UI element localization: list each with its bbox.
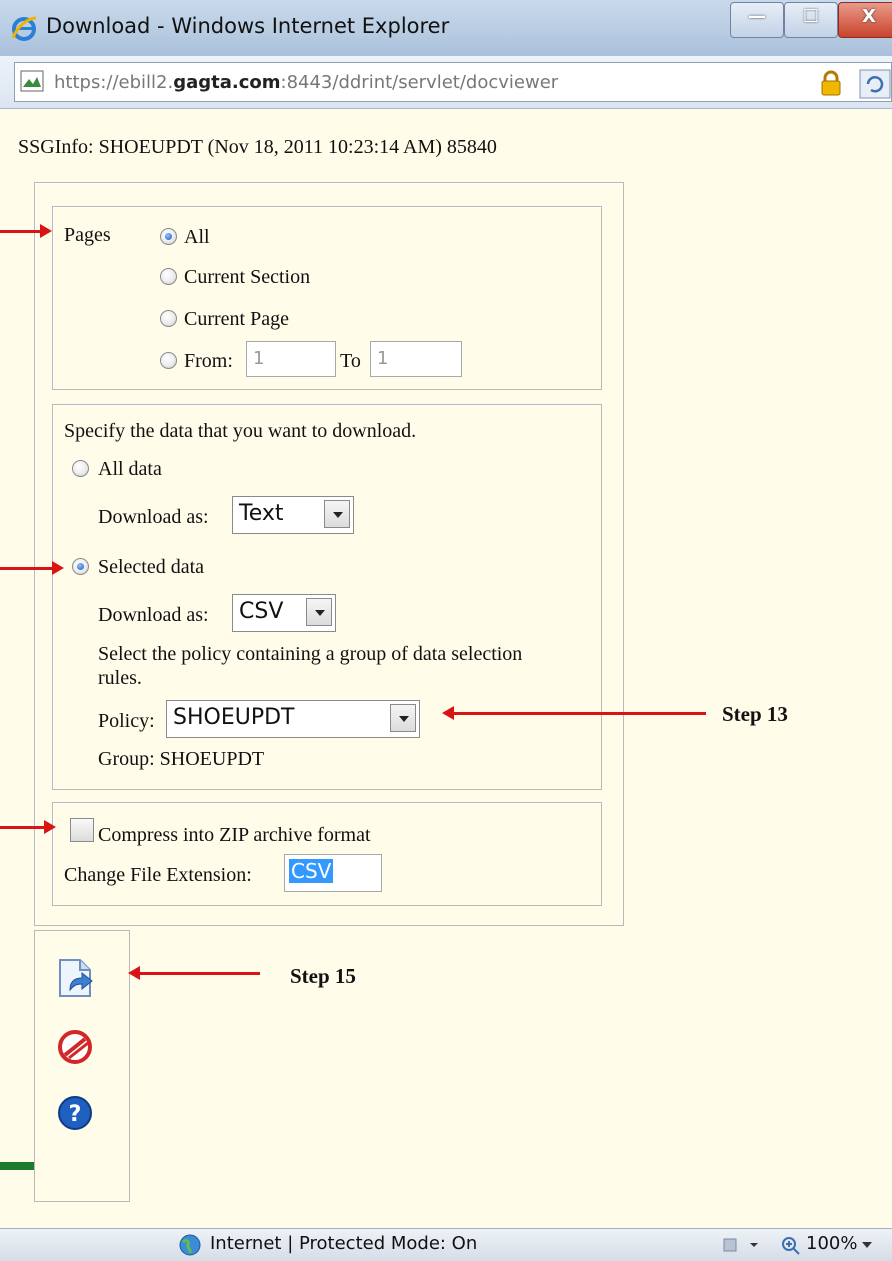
selected-data-arrow-head — [52, 561, 64, 575]
maximize-icon: ☐ — [802, 6, 820, 27]
to-page-input[interactable]: 1 — [370, 341, 462, 377]
pages-from-label: From: — [184, 350, 233, 372]
file-extension-value: CSV — [289, 859, 334, 883]
pages-all-radio[interactable] — [160, 228, 177, 245]
minimize-icon: — — [748, 6, 766, 27]
zoom-dropdown-icon[interactable] — [860, 1239, 874, 1251]
maximize-button[interactable]: ☐ — [784, 2, 838, 38]
security-zone-text[interactable]: Internet | Protected Mode: On — [210, 1233, 477, 1254]
compress-arrow-head — [44, 820, 56, 834]
step13-arrow-head — [442, 706, 454, 720]
ssg-info: SSGInfo: SHOEUPDT (Nov 18, 2011 10:23:14… — [18, 136, 497, 158]
step13-label: Step 13 — [722, 702, 788, 726]
minimize-button[interactable]: — — [730, 2, 784, 38]
compress-checkbox[interactable] — [70, 818, 94, 842]
step15-label: Step 15 — [290, 964, 356, 988]
status-bar: Internet | Protected Mode: On 100% — [0, 1228, 892, 1261]
pages-current-page-radio[interactable] — [160, 310, 177, 327]
chevron-down-icon[interactable] — [390, 704, 416, 732]
compress-label: Compress into ZIP archive format — [98, 824, 371, 846]
compatibility-view-icon[interactable] — [858, 68, 892, 100]
step15-arrow-head — [128, 966, 140, 980]
zoom-level[interactable]: 100% — [806, 1233, 857, 1254]
internet-explorer-icon — [11, 16, 37, 41]
pages-label: Pages — [64, 224, 111, 246]
all-data-format-select[interactable]: Text — [232, 496, 354, 534]
pages-all-label: All — [184, 226, 210, 248]
download-icon[interactable] — [54, 956, 98, 1000]
zoom-icon[interactable] — [780, 1235, 802, 1255]
step15-arrow — [140, 972, 260, 975]
all-data-label: All data — [98, 458, 162, 480]
pages-arrow — [0, 230, 40, 233]
svg-text:?: ? — [69, 1102, 82, 1127]
address-bar: https://ebill2.gagta.com:8443/ddrint/ser… — [0, 56, 892, 109]
pages-current-section-label: Current Section — [184, 266, 311, 288]
close-icon: X — [862, 6, 876, 27]
all-data-radio[interactable] — [72, 460, 89, 477]
policy-label: Policy: — [98, 710, 155, 732]
url-host: gagta.com — [173, 72, 281, 93]
chevron-down-icon[interactable] — [306, 598, 332, 626]
left-edge-bar — [0, 1162, 34, 1170]
selected-data-label: Selected data — [98, 556, 205, 578]
lock-icon[interactable] — [818, 70, 844, 96]
chevron-down-icon[interactable] — [324, 500, 350, 528]
all-data-download-as-label: Download as: — [98, 506, 209, 528]
selected-data-radio[interactable] — [72, 558, 89, 575]
file-extension-label: Change File Extension: — [64, 864, 252, 886]
close-button[interactable]: X — [838, 2, 892, 38]
selected-data-download-as-label: Download as: — [98, 604, 209, 626]
all-data-format-value: Text — [239, 501, 284, 526]
pages-arrow-head — [40, 224, 52, 238]
file-extension-input[interactable]: CSV — [284, 854, 382, 892]
selected-data-format-value: CSV — [239, 599, 284, 624]
pages-current-page-label: Current Page — [184, 308, 289, 330]
pages-current-section-radio[interactable] — [160, 268, 177, 285]
globe-icon — [179, 1234, 201, 1256]
selected-data-format-select[interactable]: CSV — [232, 594, 336, 632]
policy-select[interactable]: SHOEUPDT — [166, 700, 420, 738]
step13-arrow — [454, 712, 706, 715]
policy-instruction: Select the policy containing a group of … — [98, 643, 523, 689]
protected-mode-icon[interactable] — [722, 1235, 762, 1255]
from-page-input[interactable]: 1 — [246, 341, 336, 377]
to-label: To — [340, 350, 361, 372]
compress-arrow — [0, 826, 44, 829]
cancel-icon[interactable] — [56, 1028, 94, 1066]
url-text: https://ebill2.gagta.com:8443/ddrint/ser… — [54, 72, 559, 93]
policy-value: SHOEUPDT — [173, 705, 295, 730]
data-instruction: Specify the data that you want to downlo… — [64, 420, 417, 442]
page-icon — [20, 70, 44, 92]
help-icon[interactable]: ? — [56, 1094, 94, 1132]
selected-data-arrow — [0, 567, 52, 570]
group-label: Group: SHOEUPDT — [98, 748, 265, 770]
pages-from-radio[interactable] — [160, 352, 177, 369]
window-title: Download - Windows Internet Explorer — [46, 14, 450, 38]
window-title-bar[interactable]: Download - Windows Internet Explorer — ☐… — [0, 0, 892, 57]
